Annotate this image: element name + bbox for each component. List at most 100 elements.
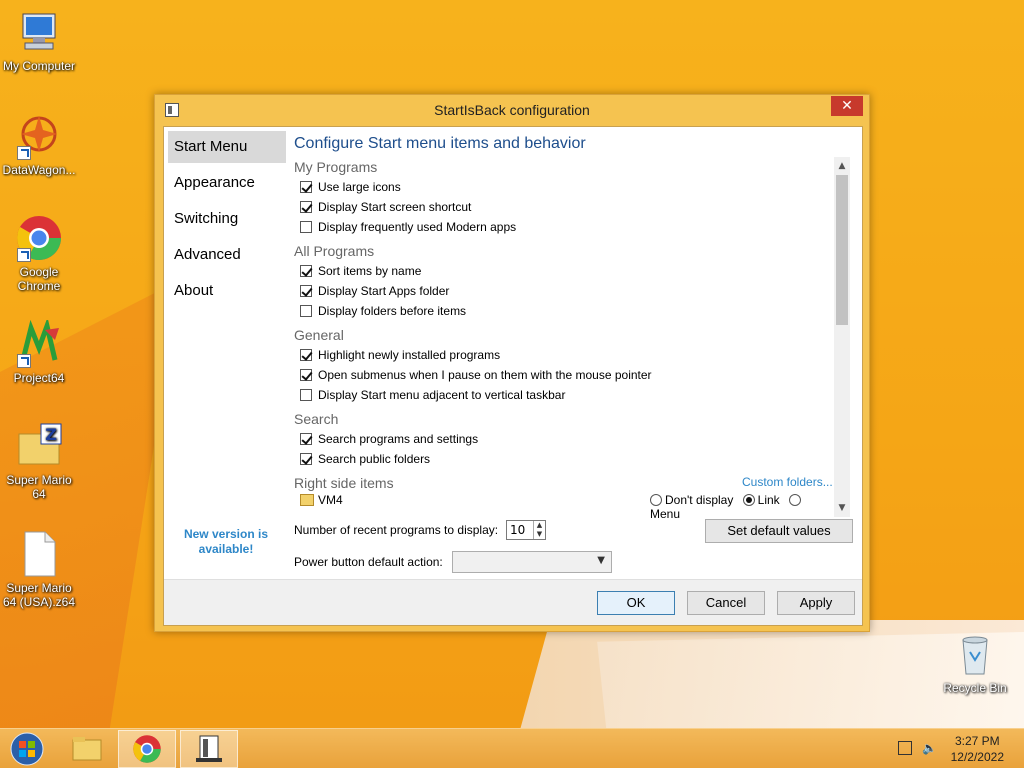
scroll-down-icon[interactable]: ▼	[837, 503, 847, 513]
display-mode-radios: Don't display Link Menu	[650, 493, 834, 521]
radio-dont-display[interactable]: Don't display	[650, 493, 733, 507]
scroll-thumb[interactable]	[836, 175, 848, 325]
checkbox-adjacent-vertical[interactable]: Display Start menu adjacent to vertical …	[294, 385, 854, 405]
chevron-down-icon: ▼	[597, 555, 605, 566]
apply-button[interactable]: Apply	[777, 591, 855, 615]
taskbar: 🔈 3:27 PM 12/2/2022	[0, 728, 1024, 768]
datawagon-icon	[15, 112, 63, 160]
nav-item-about[interactable]: About	[168, 275, 286, 307]
desktop-icon-my-computer[interactable]: My Computer	[0, 8, 78, 73]
checkbox-start-apps-folder[interactable]: Display Start Apps folder	[294, 281, 854, 301]
taskbar-startisback[interactable]	[180, 730, 238, 768]
start-button[interactable]	[2, 730, 52, 768]
ok-button[interactable]: OK	[597, 591, 675, 615]
shortcut-arrow-icon	[17, 146, 31, 160]
radio-label: Link	[757, 493, 780, 507]
checkbox-label: Open submenus when I pause on them with …	[318, 368, 652, 382]
title-bar[interactable]: StartIsBack configuration ✕	[155, 95, 869, 125]
desktop-icon-label: Google Chrome	[17, 265, 61, 293]
new-version-link[interactable]: New version is available!	[176, 527, 276, 557]
desktop-icon-google-chrome[interactable]: Google Chrome	[0, 214, 78, 293]
checkbox-sort-by-name[interactable]: Sort items by name	[294, 261, 854, 281]
power-button-label: Power button default action:	[294, 555, 443, 569]
radio-circle[interactable]	[650, 494, 662, 506]
checkbox-highlight-new[interactable]: Highlight newly installed programs	[294, 345, 854, 365]
desktop-icon-label: Project64	[13, 371, 65, 385]
computer-icon	[15, 8, 63, 56]
options-scrollbar[interactable]: ▲ ▼	[834, 157, 850, 517]
dialog-footer: OK Cancel Apply	[164, 579, 862, 625]
checkbox-label: Display Start menu adjacent to vertical …	[318, 388, 566, 402]
system-clock[interactable]: 3:27 PM 12/2/2022	[951, 733, 1004, 765]
close-button[interactable]: ✕	[831, 96, 863, 116]
group-title-all-programs: All Programs	[294, 243, 375, 259]
radio-circle[interactable]	[742, 494, 755, 506]
checkbox-start-screen-shortcut[interactable]: Display Start screen shortcut	[294, 197, 854, 217]
checkbox-box[interactable]	[300, 265, 312, 277]
startisback-dialog: StartIsBack configuration ✕ Start Menu A…	[154, 94, 870, 632]
desktop-icon-project64[interactable]: Project64	[0, 317, 78, 385]
right-side-item-row: VM4	[300, 493, 343, 507]
shortcut-arrow-icon	[17, 248, 31, 262]
settings-nav: Start Menu Appearance Switching Advanced…	[168, 131, 286, 311]
checkbox-box[interactable]	[300, 221, 312, 233]
desktop-icon-super-mario-64[interactable]: Z Super Mario 64	[0, 422, 78, 501]
scroll-up-icon[interactable]: ▲	[837, 161, 847, 171]
checkbox-box[interactable]	[300, 285, 312, 297]
power-button-select[interactable]: ▼	[452, 551, 612, 573]
project64-icon	[15, 317, 63, 368]
desktop-icon-super-mario-64-rom[interactable]: Super Mario 64 (USA).z64	[0, 530, 78, 609]
right-side-item-label: VM4	[318, 493, 343, 507]
desktop-icon-recycle-bin[interactable]: Recycle Bin	[936, 630, 1014, 695]
clock-date: 12/2/2022	[950, 750, 1004, 764]
checkbox-label: Display Start Apps folder	[318, 284, 450, 298]
page-heading: Configure Start menu items and behavior	[294, 135, 586, 152]
windows-orb-icon	[10, 732, 44, 766]
checkbox-box[interactable]	[300, 369, 312, 381]
nav-item-switching[interactable]: Switching	[168, 203, 286, 235]
desktop-icon-label: Super Mario 64 (USA).z64	[2, 581, 76, 609]
checkbox-search-public[interactable]: Search public folders	[294, 449, 854, 469]
radio-circle[interactable]	[789, 494, 802, 506]
clock-time: 3:27 PM	[954, 734, 1000, 748]
chrome-icon	[15, 214, 63, 262]
volume-icon[interactable]: 🔈	[922, 741, 937, 755]
desktop-icon-datawagon[interactable]: DataWagon...	[0, 112, 78, 177]
checkbox-box[interactable]	[300, 181, 312, 193]
checkbox-box[interactable]	[300, 349, 312, 361]
checkbox-box[interactable]	[300, 389, 312, 401]
taskbar-file-explorer[interactable]	[58, 730, 116, 768]
checkbox-modern-apps[interactable]: Display frequently used Modern apps	[294, 217, 854, 237]
checkbox-folders-before-items[interactable]: Display folders before items	[294, 301, 854, 321]
nav-item-advanced[interactable]: Advanced	[168, 239, 286, 271]
options-list: My Programs Use large icons Display Star…	[294, 157, 854, 517]
taskbar-google-chrome[interactable]	[118, 730, 176, 768]
network-icon[interactable]	[898, 741, 912, 755]
checkbox-box[interactable]	[300, 433, 312, 445]
recent-programs-stepper[interactable]: 10 ▲ ▼	[506, 520, 546, 540]
checkbox-box[interactable]	[300, 453, 312, 465]
stepper-arrows[interactable]: ▲ ▼	[533, 521, 545, 539]
checkbox-search-programs[interactable]: Search programs and settings	[294, 429, 854, 449]
recent-programs-value: 10	[510, 523, 526, 537]
checkbox-open-submenus[interactable]: Open submenus when I pause on them with …	[294, 365, 854, 385]
radio-link[interactable]: Link	[742, 493, 780, 507]
recent-programs-label: Number of recent programs to display:	[294, 523, 499, 537]
nav-item-appearance[interactable]: Appearance	[168, 167, 286, 199]
group-title-general: General	[294, 327, 344, 343]
checkbox-box[interactable]	[300, 305, 312, 317]
right-side-items: Right side items Custom folders... VM4 D…	[294, 473, 834, 521]
checkbox-box[interactable]	[300, 201, 312, 213]
file-icon	[15, 530, 63, 578]
group-title-my-programs: My Programs	[294, 159, 378, 175]
folder-icon	[300, 494, 314, 506]
checkbox-label: Highlight newly installed programs	[318, 348, 501, 362]
set-default-values-button[interactable]: Set default values	[705, 519, 853, 543]
radio-label: Menu	[650, 507, 681, 521]
checkbox-use-large-icons[interactable]: Use large icons	[294, 177, 854, 197]
checkbox-label: Search programs and settings	[318, 432, 479, 446]
group-title-search: Search	[294, 411, 339, 427]
cancel-button[interactable]: Cancel	[687, 591, 765, 615]
custom-folders-link[interactable]: Custom folders...	[742, 475, 833, 489]
nav-item-start-menu[interactable]: Start Menu	[168, 131, 286, 163]
